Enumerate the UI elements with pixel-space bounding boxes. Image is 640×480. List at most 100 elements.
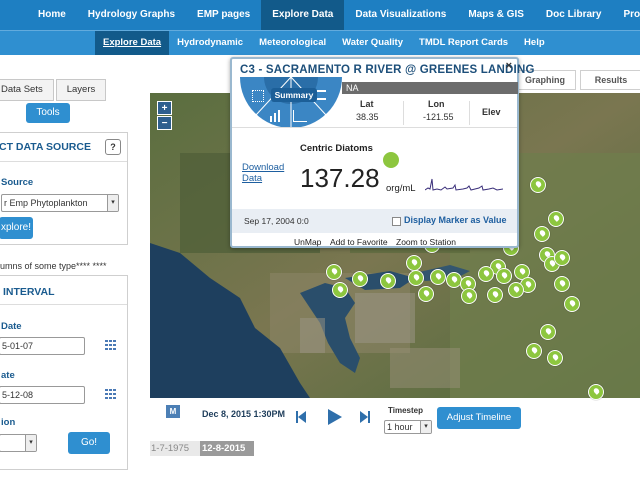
station-title: C3 - SACRAMENTO R RIVER @ GREENES LANDIN… [240, 64, 535, 76]
station-marker-icon[interactable] [406, 255, 422, 271]
source-label: Source [1, 177, 34, 188]
station-marker-icon[interactable] [508, 282, 524, 298]
aggregation-label: ion [1, 417, 16, 428]
summary-menu[interactable] [240, 77, 342, 133]
sample-date: Sep 17, 2004 0:0 [244, 216, 309, 226]
source-select[interactable]: r Emp Phytoplankton ▾ [1, 194, 119, 212]
nav-explore-data[interactable]: Explore Data [261, 0, 345, 30]
timestep-select[interactable]: 1 hour ▾ [384, 420, 432, 434]
range-start[interactable]: 1-7-1975 [150, 441, 200, 456]
skip-forward-icon[interactable] [360, 411, 370, 423]
lon-label: Lon [428, 99, 445, 109]
tab-layers[interactable]: Layers [55, 79, 107, 101]
nav-data-visualizations[interactable]: Data Visualizations [344, 0, 457, 30]
subnav-explore-data[interactable]: Explore Data [95, 31, 170, 55]
subnav-hydrodynamic[interactable]: Hydrodynamic [169, 31, 251, 55]
left-panel: Data Sets Layers Tools CT DATA SOURCE ? … [0, 75, 132, 480]
subnav-tmdl-report-cards[interactable]: TMDL Report Cards [411, 31, 516, 55]
parameter-unit: org/mL [386, 183, 416, 194]
chevron-down-icon: ▾ [420, 421, 431, 433]
bar-chart-icon[interactable] [269, 110, 281, 122]
nav-maps-gis[interactable]: Maps & GIS [457, 0, 535, 30]
nav-projects[interactable]: Projects [612, 0, 640, 30]
chevron-down-icon: ▾ [25, 435, 36, 451]
station-marker-icon[interactable] [352, 271, 368, 287]
parameter-name: Centric Diatoms [300, 143, 373, 154]
columns-note: umns of some type**** **** [0, 261, 107, 271]
aggregation-select[interactable]: ▾ [0, 434, 37, 452]
adjust-timeline-button[interactable]: Adjust Timeline [437, 407, 521, 429]
chevron-down-icon: ▾ [107, 195, 118, 211]
play-icon[interactable] [328, 409, 342, 425]
nav-hydrology-graphs[interactable]: Hydrology Graphs [77, 0, 186, 30]
station-marker-icon[interactable] [380, 273, 396, 289]
station-marker-icon[interactable] [326, 264, 342, 280]
grid-icon[interactable] [252, 90, 264, 102]
chart-icon[interactable] [293, 110, 307, 122]
divider [0, 161, 127, 162]
station-marker-icon[interactable] [430, 269, 446, 285]
sub-nav: Explore Data Hydrodynamic Meteorological… [0, 30, 640, 55]
timestep-value: 1 hour [387, 422, 413, 432]
help-button[interactable]: ? [105, 139, 121, 155]
calendar-icon[interactable] [105, 340, 117, 350]
select-data-source-box: CT DATA SOURCE ? Source r Emp Phytoplank… [0, 132, 128, 245]
explore-button[interactable]: xplore! [0, 217, 33, 239]
subnav-meteorological[interactable]: Meteorological [251, 31, 334, 55]
interval-title: INTERVAL [3, 286, 55, 298]
range-end[interactable]: 12-8-2015 [200, 441, 254, 456]
zoom-in-button[interactable]: + [157, 101, 172, 115]
station-marker-icon[interactable] [554, 276, 570, 292]
nav-emp-pages[interactable]: EMP pages [186, 0, 261, 30]
subnav-water-quality[interactable]: Water Quality [334, 31, 411, 55]
zoom-out-button[interactable]: − [157, 116, 172, 130]
station-marker-icon [382, 151, 400, 169]
start-date-input[interactable]: 5-01-07 [0, 337, 85, 355]
timestep-label: Timestep [388, 406, 423, 415]
station-marker-icon[interactable] [547, 350, 563, 366]
station-marker-icon[interactable] [418, 286, 434, 302]
station-marker-icon[interactable] [332, 282, 348, 298]
download-data-link[interactable]: Download Data [242, 162, 290, 184]
station-marker-icon[interactable] [461, 288, 477, 304]
skip-back-icon[interactable] [296, 411, 306, 423]
divider [232, 127, 517, 128]
add-favorite-link[interactable]: Add to Favorite [330, 237, 388, 247]
station-marker-icon[interactable] [588, 384, 604, 400]
station-marker-icon[interactable] [564, 296, 580, 312]
zoom-station-link[interactable]: Zoom to Station [396, 237, 456, 247]
station-marker-icon[interactable] [487, 287, 503, 303]
display-value-checkbox[interactable] [392, 217, 401, 226]
lon-value: -121.55 [423, 112, 454, 122]
subnav-help[interactable]: Help [516, 31, 553, 55]
station-marker-icon[interactable] [496, 268, 512, 284]
station-marker-icon[interactable] [548, 211, 564, 227]
nav-doc-library[interactable]: Doc Library [535, 0, 613, 30]
divider [0, 304, 127, 305]
nav-home[interactable]: Home [0, 0, 77, 30]
display-value-label[interactable]: Display Marker as Value [404, 215, 507, 225]
m-button[interactable]: M [166, 405, 180, 418]
unmap-link[interactable]: UnMap [294, 237, 321, 247]
station-popup: C3 - SACRAMENTO R RIVER @ GREENES LANDIN… [230, 57, 534, 248]
elev-label: Elev [482, 107, 501, 117]
station-marker-icon[interactable] [478, 266, 494, 282]
summary-label[interactable]: Summary [271, 88, 317, 102]
tab-results[interactable]: Results [580, 70, 640, 90]
sparkline [425, 178, 503, 191]
time-interval-box: INTERVAL Date 5-01-07 ate 5-12-08 ion ▾ … [0, 275, 128, 470]
go-button[interactable]: Go! [68, 432, 110, 454]
close-icon[interactable]: × [506, 60, 512, 72]
station-marker-icon[interactable] [408, 270, 424, 286]
end-date-input[interactable]: 5-12-08 [0, 386, 85, 404]
end-date-label: ate [1, 370, 15, 381]
station-marker-icon[interactable] [534, 226, 550, 242]
station-marker-icon[interactable] [554, 250, 570, 266]
station-marker-icon[interactable] [526, 343, 542, 359]
station-marker-icon[interactable] [540, 324, 556, 340]
tab-data-sets[interactable]: Data Sets [0, 79, 54, 101]
station-marker-icon[interactable] [530, 177, 546, 193]
lat-value: 38.35 [356, 112, 379, 122]
calendar-icon[interactable] [105, 389, 117, 399]
tools-button[interactable]: Tools [26, 103, 70, 123]
